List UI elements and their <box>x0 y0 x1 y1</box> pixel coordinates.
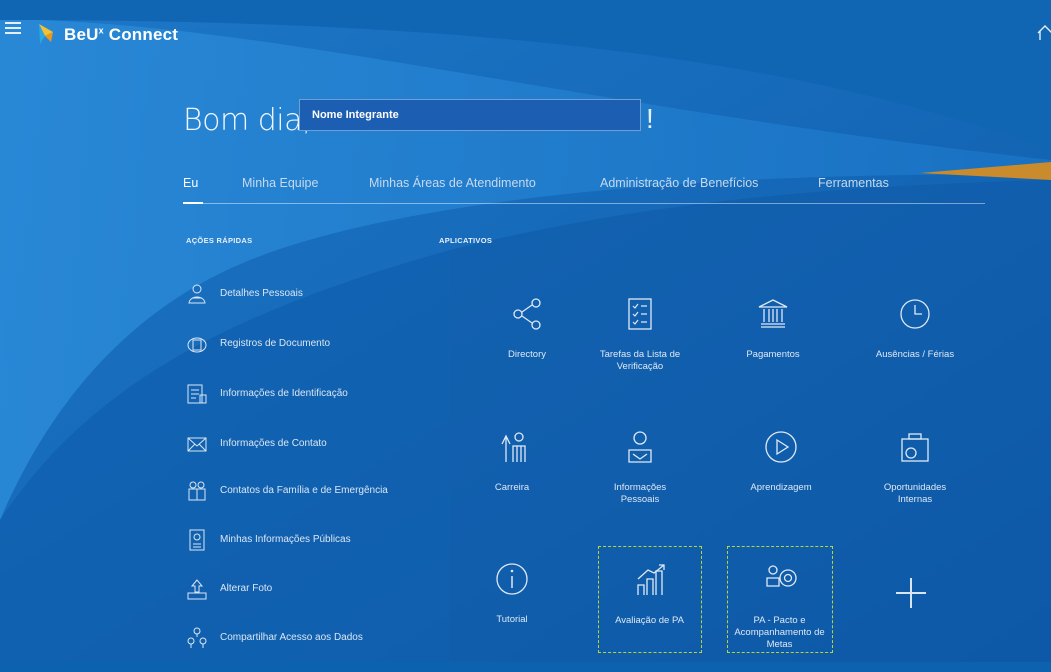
upload-photo-icon <box>187 579 207 600</box>
app-oportunidades-internas[interactable]: Oportunidades Internas <box>855 430 975 540</box>
app-pagamentos[interactable]: Pagamentos <box>713 297 833 407</box>
document-record-icon <box>187 337 207 353</box>
camera-icon <box>901 433 929 462</box>
greeting-text: Bom dia, <box>183 103 312 138</box>
brand-logo-icon <box>39 24 53 44</box>
quick-actions-title: AÇÕES RÁPIDAS <box>186 236 253 245</box>
apps-title: APLICATIVOS <box>439 236 493 245</box>
info-icon <box>496 563 528 595</box>
app-carreira[interactable]: Carreira <box>452 430 572 540</box>
app-tarefas-lista-verificacao[interactable]: Tarefas da Lista de Verificação <box>580 297 700 407</box>
tab-administracao-beneficios[interactable]: Administração de Benefícios <box>600 176 758 190</box>
app-tutorial[interactable]: Tutorial <box>452 562 572 672</box>
tab-minha-equipe[interactable]: Minha Equipe <box>242 176 318 190</box>
user-name-field: Nome Integrante <box>299 99 641 131</box>
personal-info-icon <box>628 431 652 463</box>
envelope-icon <box>187 437 207 452</box>
checklist-icon <box>628 298 652 330</box>
app-avaliacao-pa[interactable]: Avaliação de PA <box>598 546 702 653</box>
active-tab-indicator <box>183 202 203 204</box>
add-app-plus-icon[interactable] <box>896 578 926 608</box>
menu-icon[interactable] <box>5 22 21 36</box>
family-icon <box>188 481 206 501</box>
app-pa-pacto-metas[interactable]: PA - Pacto e Acompanhamento de Metas <box>727 546 833 653</box>
goals-icon <box>766 565 797 587</box>
career-icon <box>501 432 526 462</box>
growth-chart-icon <box>637 564 665 595</box>
tab-ferramentas[interactable]: Ferramentas <box>818 176 889 190</box>
person-icon <box>188 284 206 304</box>
tab-areas-atendimento[interactable]: Minhas Áreas de Atendimento <box>369 176 536 190</box>
tab-eu[interactable]: Eu <box>183 176 198 190</box>
clock-icon <box>900 299 930 329</box>
greeting-exclaim: ! <box>646 103 654 134</box>
bank-icon <box>758 299 788 328</box>
share-icon <box>513 298 541 330</box>
app-informacoes-pessoais[interactable]: Informações Pessoais <box>580 430 700 540</box>
play-icon <box>765 431 797 463</box>
app-title: BeUx Connect <box>64 25 179 44</box>
share-access-icon <box>187 627 207 648</box>
app-ausencias-ferias[interactable]: Ausências / Férias <box>855 297 975 407</box>
top-bar: BeUx Connect <box>0 0 1051 70</box>
id-card-icon <box>187 384 207 404</box>
home-icon[interactable] <box>1037 25 1051 41</box>
app-aprendizagem[interactable]: Aprendizagem <box>721 430 841 540</box>
app-directory[interactable]: Directory <box>467 297 587 407</box>
badge-icon <box>189 529 205 551</box>
tab-divider <box>183 203 985 204</box>
